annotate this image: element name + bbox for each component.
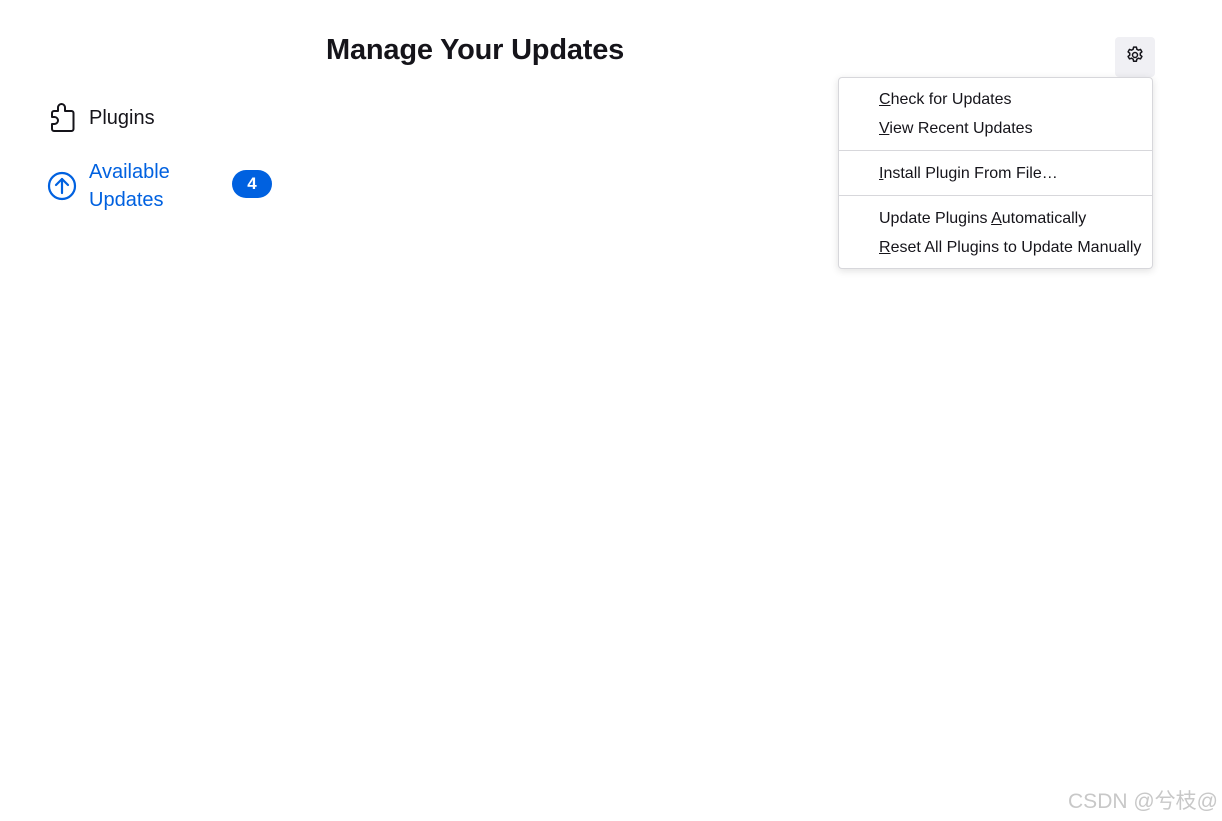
- gear-icon: [1125, 45, 1145, 70]
- watermark: CSDN @兮枝@: [1068, 790, 1218, 813]
- page: Manage Your Updates Plugins Available Up…: [0, 0, 1222, 821]
- menu-item-check-for-updates[interactable]: Check for Updates: [839, 85, 1152, 114]
- menu-item-install-plugin-from-file[interactable]: Install Plugin From File…: [839, 159, 1152, 188]
- settings-button[interactable]: [1115, 37, 1155, 77]
- sidebar-item-label: Plugins: [89, 107, 155, 129]
- arrow-up-circle-icon: [46, 170, 78, 202]
- update-count-badge: 4: [232, 170, 272, 198]
- sidebar-item-available-updates[interactable]: Available Updates 4: [46, 158, 286, 214]
- page-title: Manage Your Updates: [326, 34, 625, 66]
- menu-separator: [839, 150, 1152, 151]
- menu-item-reset-all-plugins[interactable]: Reset All Plugins to Update Manually: [839, 233, 1152, 262]
- menu-item-view-recent-updates[interactable]: View Recent Updates: [839, 114, 1152, 143]
- sidebar-item-label: Available Updates: [89, 161, 170, 211]
- sidebar: Plugins Available Updates 4: [46, 100, 286, 214]
- puzzle-piece-icon: [46, 102, 78, 134]
- menu-separator: [839, 195, 1152, 196]
- menu-item-update-plugins-automatically[interactable]: Update Plugins Automatically: [839, 204, 1152, 233]
- sidebar-item-plugins[interactable]: Plugins: [46, 100, 286, 136]
- settings-menu: Check for Updates View Recent Updates In…: [838, 77, 1153, 269]
